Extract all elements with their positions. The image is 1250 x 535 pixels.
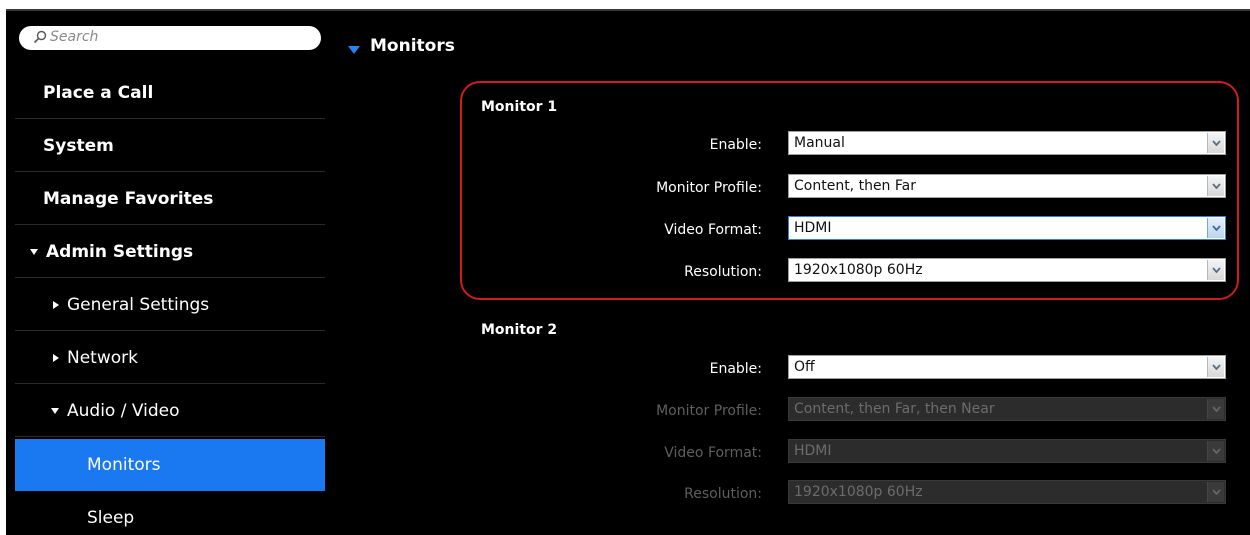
page-title: Monitors — [370, 36, 455, 56]
chevron-down-icon[interactable] — [1207, 357, 1224, 377]
monitor2-profile-label: Monitor Profile: — [656, 403, 762, 419]
chevron-down-icon — [1207, 441, 1224, 461]
sidebar-item-network[interactable]: Network — [15, 332, 325, 384]
sidebar-item-general-settings[interactable]: General Settings — [15, 279, 325, 331]
sidebar-item-audio-video[interactable]: Audio / Video — [15, 385, 325, 437]
expand-right-icon — [53, 353, 59, 362]
sidebar-item-manage-favorites[interactable]: Manage Favorites — [15, 173, 325, 225]
sidebar-item-system[interactable]: System — [15, 120, 325, 172]
sidebar: Search Place a Call System Manage Favori… — [6, 11, 326, 535]
expand-down-icon — [51, 407, 59, 414]
monitor2-resolution-select: 1920x1080p 60Hz — [788, 480, 1226, 504]
sidebar-item-label: General Settings — [67, 294, 210, 315]
chevron-down-icon — [1207, 482, 1224, 502]
monitor2-title: Monitor 2 — [481, 322, 558, 338]
sidebar-item-admin-settings[interactable]: Admin Settings — [15, 226, 325, 278]
sidebar-item-place-a-call[interactable]: Place a Call — [15, 67, 325, 119]
sidebar-item-label: Manage Favorites — [43, 188, 214, 209]
chevron-down-icon — [1207, 399, 1224, 419]
search-input[interactable]: Search — [19, 26, 321, 50]
monitor2-profile-select: Content, then Far, then Near — [788, 397, 1226, 421]
search-placeholder: Search — [50, 29, 99, 45]
expand-down-icon — [30, 248, 38, 255]
collapse-down-icon[interactable] — [348, 46, 360, 54]
monitor2-format-label: Video Format: — [664, 445, 762, 461]
monitor2-resolution-label: Resolution: — [684, 486, 762, 502]
select-value: Off — [794, 359, 815, 375]
sidebar-item-sleep[interactable]: Sleep — [15, 492, 325, 535]
monitor2-format-select: HDMI — [788, 439, 1226, 463]
sidebar-item-label: Network — [67, 347, 138, 368]
expand-right-icon — [53, 300, 59, 309]
monitor2-enable-label: Enable: — [709, 361, 762, 377]
select-value: 1920x1080p 60Hz — [794, 484, 923, 500]
sidebar-item-label: Sleep — [87, 508, 135, 528]
select-value: HDMI — [794, 443, 832, 459]
sidebar-item-label: System — [43, 135, 114, 156]
sidebar-item-monitors[interactable]: Monitors — [15, 439, 325, 491]
sidebar-item-label: Place a Call — [43, 82, 154, 103]
monitor2-enable-select[interactable]: Off — [788, 355, 1226, 379]
sidebar-item-label: Monitors — [87, 455, 161, 475]
select-value: Content, then Far, then Near — [794, 401, 995, 417]
sidebar-item-label: Audio / Video — [67, 400, 180, 421]
app-screen: Search Place a Call System Manage Favori… — [6, 9, 1250, 535]
search-icon — [33, 30, 47, 44]
sidebar-item-label: Admin Settings — [46, 241, 194, 262]
highlight-outline — [460, 81, 1239, 300]
